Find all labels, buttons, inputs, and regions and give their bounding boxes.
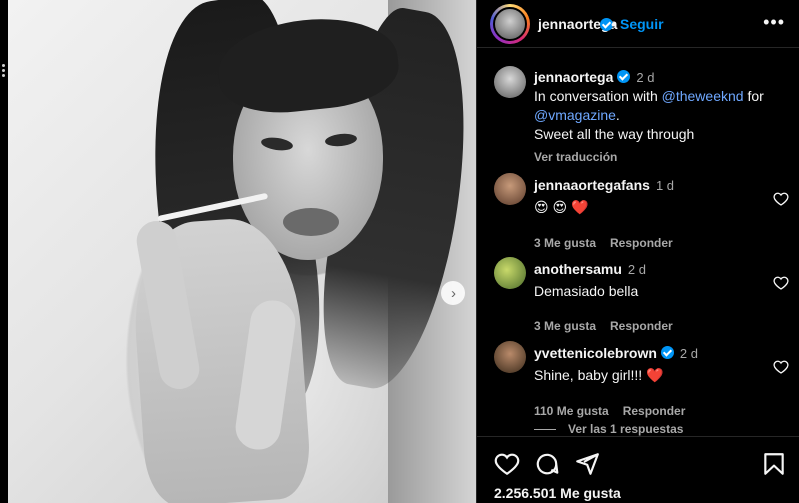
caption-username[interactable]: jennaortega xyxy=(534,69,613,85)
post-photo xyxy=(8,0,476,503)
caption-text-part: In conversation with xyxy=(534,88,662,104)
comment-time[interactable]: 2 d xyxy=(680,346,698,361)
heart-icon[interactable] xyxy=(773,275,789,291)
comment-username[interactable]: jennaaortegafans xyxy=(534,177,650,193)
post-modal: › jennaortega • Seguir ••• jennaortega 2 … xyxy=(0,0,799,503)
view-replies-button[interactable]: Ver las 1 respuestas xyxy=(534,422,683,436)
photo-eye-left xyxy=(260,135,294,153)
post-media: › xyxy=(0,0,476,503)
see-translation-link[interactable]: Ver traducción xyxy=(534,148,789,167)
verified-badge-icon xyxy=(660,346,674,359)
more-options-icon[interactable]: ••• xyxy=(763,13,785,31)
comment-text: 😍 😍 ❤️ xyxy=(534,199,589,215)
heart-icon[interactable] xyxy=(494,451,520,477)
mention-link[interactable]: @theweeknd xyxy=(662,88,744,104)
post-details: jennaortega • Seguir ••• jennaortega 2 d … xyxy=(476,0,799,503)
comment-likes[interactable]: 3 Me gusta xyxy=(534,236,596,250)
comment-text: Demasiado bella xyxy=(534,283,639,299)
avatar[interactable] xyxy=(494,257,526,289)
vertical-dots-icon[interactable] xyxy=(2,64,6,78)
reply-button[interactable]: Responder xyxy=(610,236,673,250)
avatar[interactable] xyxy=(490,4,530,44)
bookmark-icon[interactable] xyxy=(761,451,787,477)
avatar[interactable] xyxy=(494,66,526,98)
action-bar: 2.256.501 Me gusta xyxy=(477,436,799,503)
comment-time[interactable]: 1 d xyxy=(656,178,674,193)
caption-time[interactable]: 2 d xyxy=(636,70,654,85)
avatar[interactable] xyxy=(494,173,526,205)
comment-text: Shine, baby girl!!! ❤️ xyxy=(534,367,664,383)
header-separator: • xyxy=(611,16,616,32)
comment-username[interactable]: yvettenicolebrown xyxy=(534,345,657,361)
follow-button[interactable]: Seguir xyxy=(620,16,664,32)
verified-badge-icon xyxy=(617,70,631,83)
photo-lips xyxy=(283,208,339,236)
avatar[interactable] xyxy=(494,341,526,373)
mention-link[interactable]: @vmagazine xyxy=(534,107,616,123)
post-header: jennaortega • Seguir ••• xyxy=(477,0,799,48)
comment-username[interactable]: anothersamu xyxy=(534,261,622,277)
share-icon[interactable] xyxy=(574,451,600,477)
comment-likes[interactable]: 3 Me gusta xyxy=(534,319,596,333)
caption-text-part: . xyxy=(615,107,620,123)
caption-text-part: Sweet all the way through xyxy=(534,126,695,142)
replies-divider xyxy=(534,428,556,430)
view-replies-label: Ver las 1 respuestas xyxy=(568,422,684,436)
reply-button[interactable]: Responder xyxy=(623,404,686,418)
photo-eye-right xyxy=(324,132,358,148)
next-image-button[interactable]: › xyxy=(441,281,465,305)
heart-icon[interactable] xyxy=(773,191,789,207)
comment-icon[interactable] xyxy=(534,451,560,477)
caption-text: In conversation with @theweeknd for @vma… xyxy=(534,87,789,144)
reply-button[interactable]: Responder xyxy=(610,319,673,333)
comment-time[interactable]: 2 d xyxy=(628,262,646,277)
comment-likes[interactable]: 110 Me gusta xyxy=(534,404,609,418)
caption-text-part: for xyxy=(743,88,764,104)
heart-icon[interactable] xyxy=(773,359,789,375)
likes-count[interactable]: 2.256.501 Me gusta xyxy=(494,485,621,501)
chevron-right-icon: › xyxy=(451,284,456,302)
